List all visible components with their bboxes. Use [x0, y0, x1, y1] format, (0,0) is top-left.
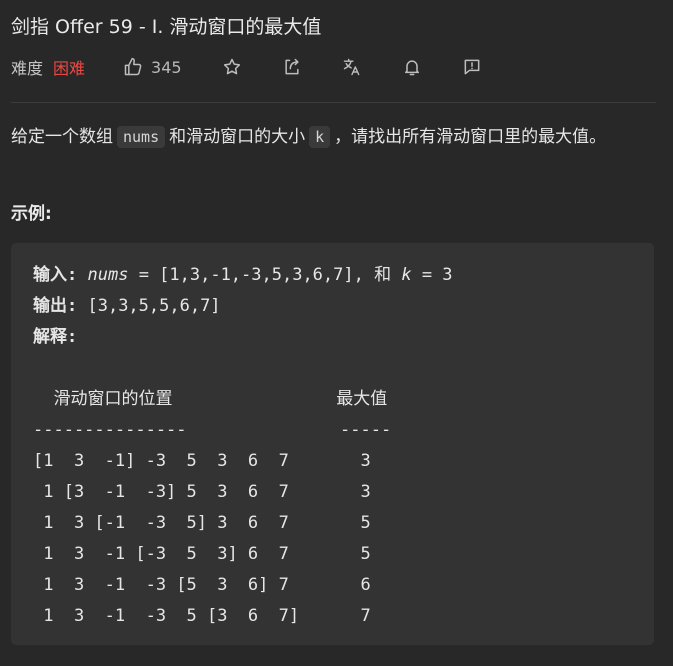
share-icon	[284, 58, 299, 75]
example-explain-line: 解释:	[33, 322, 632, 353]
input-array: = [1,3,-1,-3,5,3,6,7], 和	[128, 265, 402, 285]
bell-icon	[404, 60, 419, 76]
code-nums: nums	[117, 126, 166, 148]
like-button[interactable]: 345	[123, 57, 182, 77]
input-label: 输入:	[33, 265, 78, 285]
like-count: 345	[151, 57, 182, 77]
output-label: 输出:	[33, 296, 78, 316]
header-divider	[11, 102, 656, 103]
example-code-block: 输入: nums = [1,3,-1,-3,5,3,6,7], 和 k = 3 …	[11, 243, 654, 645]
explain-label: 解释:	[33, 327, 78, 347]
problem-description: 给定一个数组 nums 和滑动窗口的大小 k ，请找出所有滑动窗口里的最大值。	[11, 123, 651, 151]
favorite-button[interactable]	[222, 57, 242, 77]
translate-icon	[343, 58, 359, 76]
example-heading: 示例:	[11, 204, 52, 224]
example-output-line: 输出: [3,3,5,5,6,7]	[33, 291, 632, 322]
input-k-var: k	[401, 265, 412, 285]
desc-text-3: ，请找出所有滑动窗口里的最大值。	[334, 127, 607, 147]
desc-text-1: 给定一个数组	[11, 127, 113, 147]
sliding-window-table: 滑动窗口的位置 最大值 --------------- ----- [1 3 -…	[33, 389, 392, 626]
translate-button[interactable]	[342, 57, 362, 77]
code-k: k	[309, 126, 331, 148]
input-var: nums	[87, 265, 129, 285]
problem-title: 剑指 Offer 59 - I. 滑动窗口的最大值	[11, 16, 322, 38]
input-k-value: = 3	[411, 265, 453, 285]
desc-text-2: 和滑动窗口的大小	[169, 127, 306, 147]
problem-meta-bar: 难度 困难 345	[11, 54, 482, 80]
difficulty-badge: 困难	[53, 59, 86, 78]
example-input-line: 输入: nums = [1,3,-1,-3,5,3,6,7], 和 k = 3	[33, 260, 632, 291]
share-button[interactable]	[282, 57, 302, 77]
feedback-button[interactable]	[462, 57, 482, 77]
star-icon	[223, 58, 240, 75]
notification-button[interactable]	[402, 57, 422, 77]
feedback-icon	[464, 59, 479, 75]
difficulty-label: 难度	[11, 59, 44, 78]
output-value: [3,3,5,5,6,7]	[77, 296, 221, 316]
thumbs-up-icon	[124, 57, 142, 76]
